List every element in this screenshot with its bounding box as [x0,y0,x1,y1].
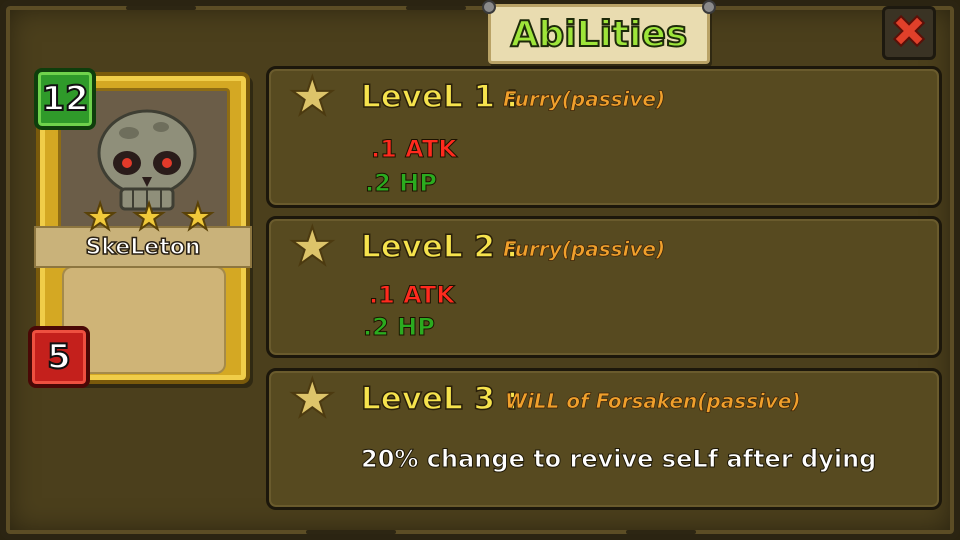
ability-level-label: LeveL 3 : [360,380,519,418]
unit-cost-badge: 5 [28,326,90,388]
page-title: AbiLities [510,13,689,56]
ability-hp-bonus: .2 HP [363,313,436,342]
star-icon: ★ [288,217,337,277]
star-icon: ★ [181,197,215,238]
ability-atk-bonus: .1 ATK [369,281,456,310]
ability-level-label: LeveL 2 : [360,228,519,266]
nail-icon [482,0,496,14]
ability-hp-bonus: .2 HP [365,169,438,198]
close-button[interactable]: ✖ [882,6,936,60]
ability-name: Furry(passive) [503,237,666,262]
ability-panel-level-3: ★ LeveL 3 : WiLL of Forsaken(passive) 20… [266,368,942,510]
ability-description: 20% change to revive seLf after dying [360,445,877,474]
close-x-icon: ✖ [890,7,929,58]
title-banner: AbiLities [488,4,710,64]
ability-atk-bonus: .1 ATK [371,135,458,164]
star-icon: ★ [288,67,337,127]
ability-level-label: LeveL 1 : [360,78,519,116]
unit-level-badge: 12 [34,68,96,130]
ability-panel-level-1: ★ LeveL 1 : Furry(passive) .1 ATK .2 HP [266,66,942,208]
nail-icon [702,0,716,14]
ability-panel-level-2: ★ LeveL 2 : Furry(passive) .1 ATK .2 HP [266,216,942,358]
ability-name: WiLL of Forsaken(passive) [505,389,801,414]
ability-name: Furry(passive) [503,87,666,112]
star-icon: ★ [83,197,117,238]
unit-rank-stars: ★ ★ ★ [83,197,215,240]
star-icon: ★ [132,197,166,238]
star-icon: ★ [288,369,337,429]
